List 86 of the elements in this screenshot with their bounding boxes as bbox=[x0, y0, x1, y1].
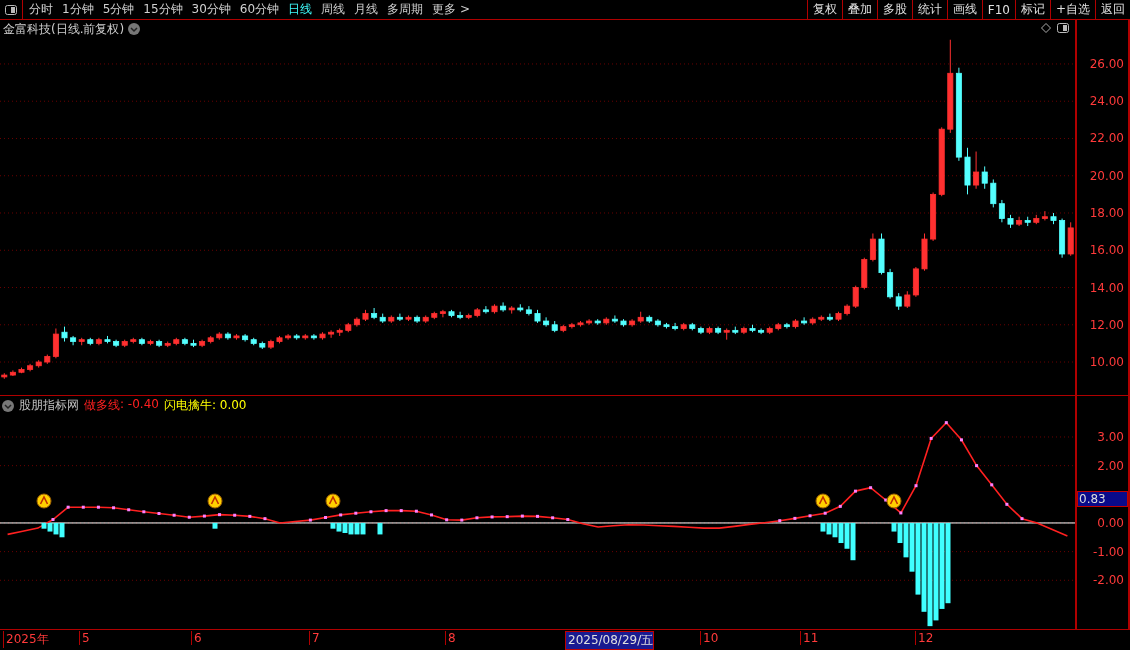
candle bbox=[964, 147, 971, 195]
date-label: 11 bbox=[800, 631, 819, 645]
toolbar-button[interactable]: 叠加 bbox=[841, 0, 877, 19]
indicator-axis-label: -1.00 bbox=[1092, 544, 1124, 559]
candle bbox=[835, 311, 842, 322]
candle bbox=[577, 320, 584, 328]
candle bbox=[147, 339, 154, 346]
candle bbox=[792, 318, 799, 329]
dropdown-icon[interactable] bbox=[128, 23, 141, 35]
toolbar-button[interactable]: 多股 bbox=[876, 0, 912, 19]
indicator-axis-label: 3.00 bbox=[1097, 429, 1124, 444]
toolbar-button[interactable]: +自选 bbox=[1049, 0, 1095, 19]
candle bbox=[878, 233, 885, 275]
price-label: 20.00 bbox=[1089, 168, 1124, 183]
toolbar-button[interactable]: 统计 bbox=[911, 0, 947, 19]
candle bbox=[534, 309, 541, 324]
date-label: 7 bbox=[309, 631, 320, 645]
period-tab[interactable]: 分时 bbox=[29, 1, 53, 18]
indicator-value: 闪电擒牛: 0.00 bbox=[163, 397, 247, 414]
period-tab[interactable]: 5分钟 bbox=[102, 1, 135, 18]
indicator-name: 股朋指标网 bbox=[19, 397, 79, 414]
date-label: 2025年 bbox=[3, 631, 49, 648]
price-label: 24.00 bbox=[1089, 94, 1124, 109]
candle bbox=[663, 322, 670, 329]
candle bbox=[1007, 214, 1014, 229]
candle bbox=[706, 326, 713, 335]
date-label: 10 bbox=[700, 631, 719, 645]
period-tab[interactable]: 周线 bbox=[321, 1, 346, 18]
candle bbox=[276, 335, 283, 344]
price-label: 22.00 bbox=[1089, 131, 1124, 146]
histogram-bar bbox=[377, 522, 383, 535]
candle bbox=[233, 333, 240, 341]
toolbar-button[interactable]: 复权 bbox=[806, 0, 842, 19]
candle bbox=[104, 335, 111, 344]
price-label: 12.00 bbox=[1089, 317, 1124, 332]
period-tab[interactable]: 30分钟 bbox=[191, 1, 231, 18]
dropdown-icon[interactable] bbox=[2, 399, 14, 412]
toolbar-button[interactable]: 标记 bbox=[1014, 0, 1050, 19]
candle bbox=[319, 331, 326, 341]
candle bbox=[61, 326, 68, 343]
toolbar-button[interactable]: 画线 bbox=[946, 0, 982, 19]
period-tab[interactable]: 多周期 bbox=[387, 1, 424, 18]
period-tab[interactable]: 更多 > bbox=[432, 1, 470, 18]
series-value: : -0.40 bbox=[120, 397, 159, 413]
series-name: 做多线 bbox=[84, 397, 120, 414]
candle bbox=[18, 367, 25, 374]
price-label: 10.00 bbox=[1089, 355, 1124, 369]
date-label: 5 bbox=[79, 631, 90, 645]
diamond-icon[interactable] bbox=[1041, 23, 1051, 33]
period-tab[interactable]: 日线 bbox=[288, 1, 313, 18]
candle bbox=[190, 339, 197, 348]
histogram-bar bbox=[212, 522, 218, 529]
price-label: 26.00 bbox=[1089, 56, 1124, 71]
price-label: 18.00 bbox=[1089, 206, 1124, 220]
indicator-axis-label: 0.00 bbox=[1097, 515, 1124, 530]
date-label: 12 bbox=[915, 631, 934, 645]
period-tab[interactable]: 月线 bbox=[354, 1, 379, 18]
signal-icon bbox=[815, 493, 831, 509]
date-label: 6 bbox=[191, 631, 202, 645]
panel-toggle-icon[interactable] bbox=[5, 4, 17, 15]
current-value-label: 0.83 bbox=[1077, 491, 1128, 508]
signal-icon bbox=[36, 493, 52, 509]
signal-icon bbox=[207, 493, 223, 509]
signal-icon bbox=[886, 493, 902, 509]
toolbar-button[interactable]: F10 bbox=[981, 0, 1015, 19]
period-tab[interactable]: 1分钟 bbox=[62, 1, 94, 18]
indicator-axis-label: -2.00 bbox=[1092, 573, 1124, 588]
period-tab[interactable]: 60分钟 bbox=[239, 1, 280, 18]
candle bbox=[1050, 212, 1057, 225]
candle bbox=[620, 318, 627, 328]
signal-icon bbox=[325, 493, 341, 509]
candle bbox=[749, 324, 756, 333]
period-tab[interactable]: 15分钟 bbox=[143, 1, 183, 18]
date-label: 2025/08/29/五 bbox=[565, 631, 655, 650]
panel-toggle-icon[interactable] bbox=[1057, 23, 1069, 33]
indicator-axis-label: 2.00 bbox=[1097, 458, 1124, 473]
candle bbox=[491, 303, 498, 315]
candle bbox=[362, 309, 369, 322]
candle bbox=[448, 309, 455, 318]
toolbar-button[interactable]: 返回 bbox=[1095, 0, 1130, 19]
candle bbox=[921, 233, 928, 272]
price-label: 14.00 bbox=[1089, 280, 1124, 295]
price-label: 16.00 bbox=[1089, 243, 1124, 258]
candle bbox=[405, 314, 412, 322]
date-label: 8 bbox=[445, 631, 456, 645]
chart-title: 金富科技(日线.前复权) bbox=[3, 20, 125, 38]
